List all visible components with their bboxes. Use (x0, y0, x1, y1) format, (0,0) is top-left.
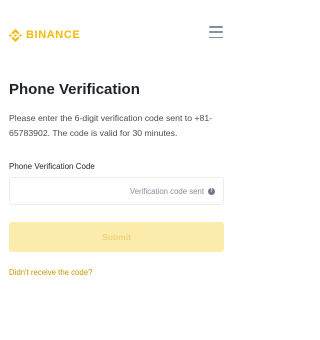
brand-name: BINANCE (26, 29, 81, 41)
verification-code-input[interactable] (10, 178, 110, 204)
header: BINANCE (0, 0, 250, 66)
code-sent-hint: Verification code sent ! (130, 186, 215, 197)
verification-code-field[interactable]: Verification code sent ! (9, 177, 224, 205)
verification-code-label: Phone Verification Code (9, 162, 95, 171)
info-icon[interactable]: ! (208, 188, 215, 195)
binance-logo-icon (9, 28, 22, 42)
hamburger-menu-icon[interactable] (209, 26, 223, 38)
phone-verification-page: BINANCE Phone Verification Please enter … (0, 0, 250, 340)
page-description: Please enter the 6-digit verification co… (9, 113, 213, 138)
brand-logo[interactable]: BINANCE (9, 28, 80, 42)
submit-button[interactable]: Submit (9, 222, 224, 252)
code-sent-text: Verification code sent (129, 187, 204, 196)
page-title: Phone Verification (9, 81, 140, 98)
resend-code-link[interactable]: Didn't receive the code? (9, 268, 92, 278)
